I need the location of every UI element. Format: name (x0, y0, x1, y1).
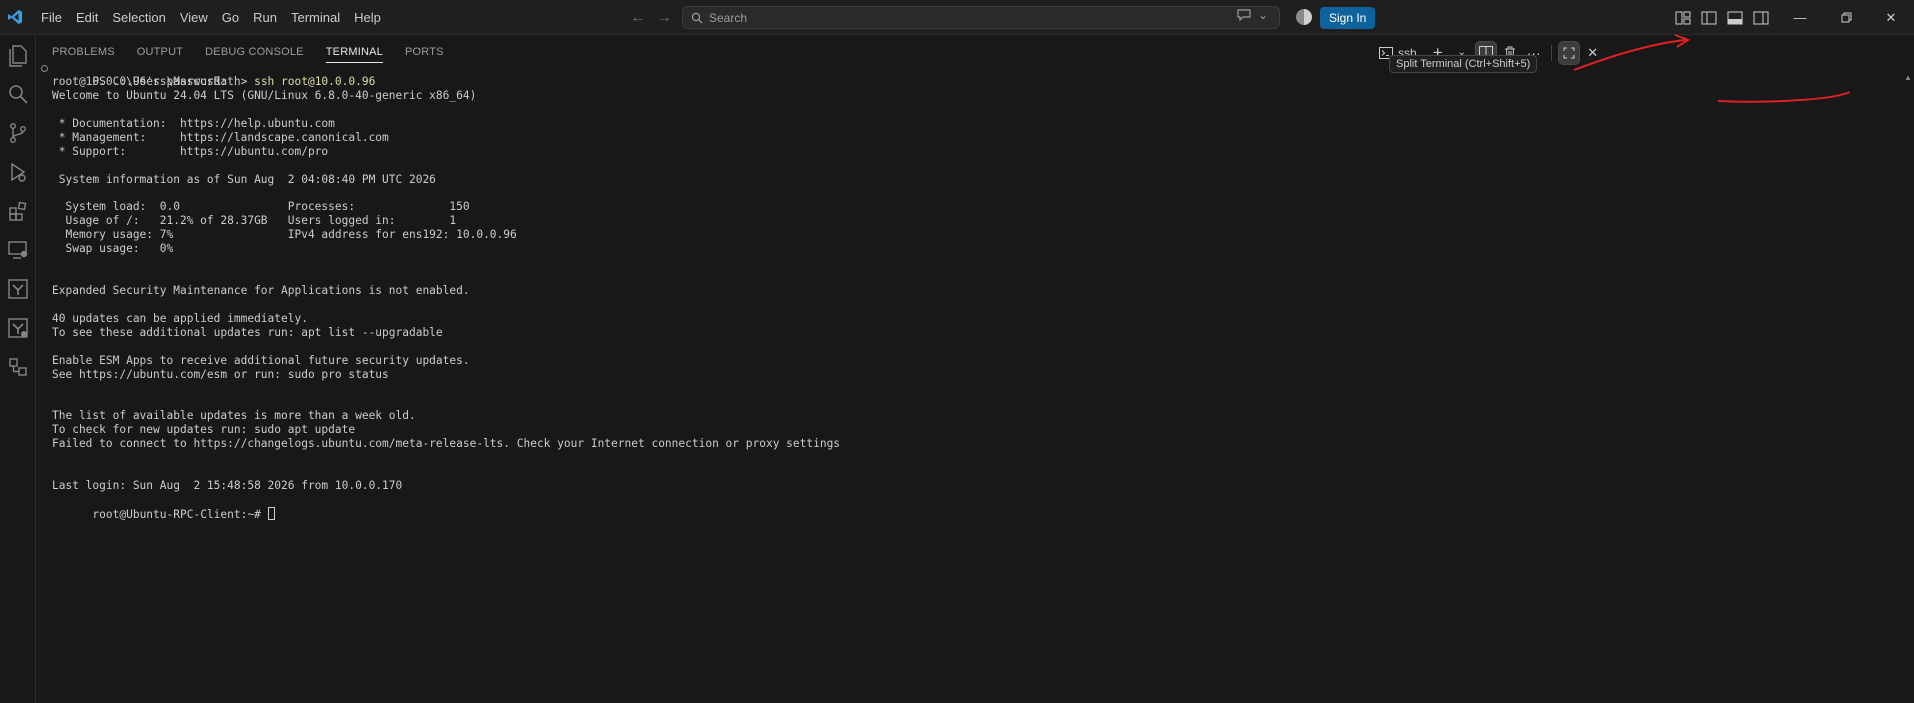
menu-help[interactable]: Help (347, 0, 388, 35)
layout-controls (1672, 0, 1772, 35)
terminal-line: System load: 0.0 Processes: 150 (52, 200, 470, 214)
terminal-line: Memory usage: 7% IPv4 address for ens192… (52, 228, 517, 242)
terminal-line: * Documentation: https://help.ubuntu.com (52, 116, 335, 130)
search-icon (691, 12, 703, 23)
copilot-icon[interactable] (1296, 9, 1312, 25)
terminal-line: Swap usage: 0% (52, 242, 174, 256)
terminal-lines: root@10.0.0.96's password: Welcome to Ubu… (52, 75, 1852, 493)
terminal-line: Last login: Sun Aug 2 15:48:58 2026 from… (52, 479, 403, 493)
menu-run[interactable]: Run (246, 0, 284, 35)
toggle-panel-icon[interactable] (1724, 7, 1746, 29)
terminal-line: Failed to connect to https://changelogs.… (52, 437, 841, 451)
remote-explorer-icon[interactable] (0, 232, 36, 268)
terminal-line: * Support: https://ubuntu.com/pro (52, 144, 329, 158)
terminal-line: Welcome to Ubuntu 24.04 LTS (GNU/Linux 6… (52, 88, 477, 102)
actions-divider (1550, 44, 1552, 61)
chat-controls: ⌄ (1236, 8, 1268, 22)
terminal-line: 40 updates can be applied immediately. (52, 311, 308, 325)
command-center-search[interactable]: Search (682, 6, 1280, 29)
back-arrow-icon[interactable]: ← (630, 9, 646, 27)
activity-bar (0, 35, 36, 703)
terminal-cursor (267, 507, 275, 521)
title-bar: File Edit Selection View Go Run Terminal… (0, 0, 1914, 35)
restore-icon[interactable] (1823, 0, 1869, 35)
minimize-icon[interactable]: — (1777, 0, 1823, 35)
sign-in-button[interactable]: Sign In (1320, 7, 1376, 29)
terminal-line: To see these additional updates run: apt… (52, 325, 443, 339)
menu-go[interactable]: Go (215, 0, 246, 35)
terminal-line: System information as of Sun Aug 2 04:08… (52, 172, 436, 186)
bottom-panel: PROBLEMS OUTPUT DEBUG CONSOLE TERMINAL P… (36, 35, 1914, 703)
vscode-logo-icon (0, 0, 30, 35)
menu-view[interactable]: View (173, 0, 215, 35)
chat-icon[interactable] (1236, 8, 1252, 22)
search-icon[interactable] (0, 76, 36, 112)
run-debug-icon[interactable] (0, 154, 36, 190)
menu-file[interactable]: File (34, 0, 69, 35)
command-decoration-icon[interactable] (41, 65, 48, 72)
terminal-output[interactable]: PS C:\Users\MarcusRath> ssh root@10.0.0.… (41, 61, 1852, 521)
terminal-command-line: PS C:\Users\MarcusRath> ssh root@10.0.0.… (41, 61, 1852, 88)
menu-edit[interactable]: Edit (69, 0, 105, 35)
toggle-secondary-sidebar-icon[interactable] (1750, 7, 1772, 29)
terminal-line: Usage of /: 21.2% of 28.37GB Users logge… (52, 214, 457, 228)
close-window-icon[interactable]: ✕ (1868, 0, 1914, 35)
ps-prompt: PS C:\Users\MarcusRath> (92, 74, 255, 88)
extensions-icon[interactable] (0, 193, 36, 229)
chevron-down-icon[interactable]: ⌄ (1258, 8, 1268, 22)
terminal-line: The list of available updates is more th… (52, 409, 416, 423)
toggle-primary-sidebar-icon[interactable] (1698, 7, 1720, 29)
menu-bar: File Edit Selection View Go Run Terminal… (34, 0, 388, 35)
azure-devops-icon[interactable] (0, 310, 36, 346)
forward-arrow-icon[interactable]: → (656, 9, 672, 27)
menu-terminal[interactable]: Terminal (284, 0, 347, 35)
menu-selection[interactable]: Selection (105, 0, 172, 35)
search-placeholder: Search (709, 10, 748, 25)
terminal-line: See https://ubuntu.com/esm or run: sudo … (52, 367, 389, 381)
customize-layout-icon[interactable] (1672, 7, 1694, 29)
containers-icon[interactable] (0, 349, 36, 385)
scrollbar-up-icon[interactable]: ▲ (1904, 73, 1912, 82)
terminal-line: To check for new updates run: sudo apt u… (52, 423, 356, 437)
files-icon[interactable] (0, 37, 36, 73)
terminal-final-prompt-line: root@Ubuntu-RPC-Client:~# (52, 493, 1852, 521)
terminal-line: Expanded Security Maintenance for Applic… (52, 284, 470, 297)
navigation-arrows: ← → (630, 0, 672, 35)
terminal-line: Enable ESM Apps to receive additional fu… (52, 353, 470, 367)
bash-prompt: root@Ubuntu-RPC-Client:~# (92, 508, 268, 522)
terminal-line: * Management: https://landscape.canonica… (52, 130, 389, 144)
azure-icon[interactable] (0, 271, 36, 307)
ssh-command: ssh root@10.0.0.96 (254, 74, 376, 88)
source-control-icon[interactable] (0, 115, 36, 151)
